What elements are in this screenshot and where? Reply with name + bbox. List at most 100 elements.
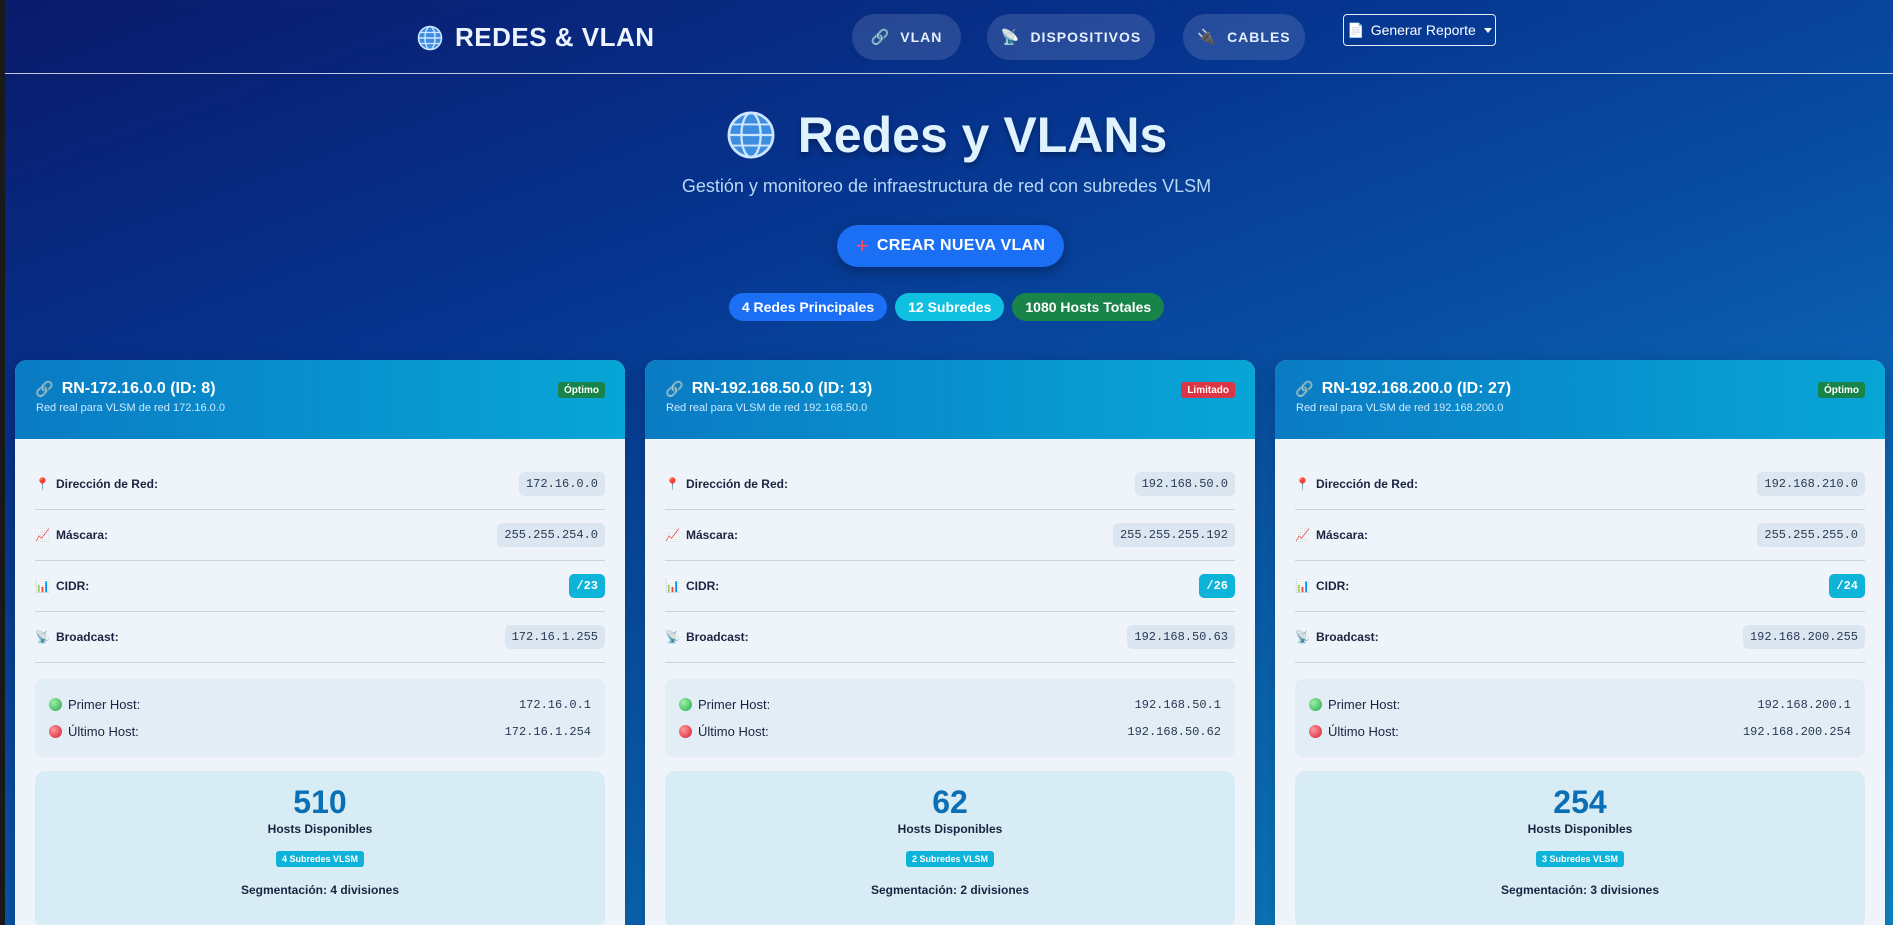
cidr-label: CIDR:: [55, 579, 90, 593]
network-address-label: Dirección de Red:: [55, 477, 158, 491]
first-host-label-group: Primer Host:: [1309, 697, 1400, 712]
segmentation-text: Segmentación: 4 divisiones: [240, 883, 400, 898]
broadcast-row: 📡 Broadcast: 192.168.50.63: [665, 612, 1235, 663]
nav-dispositivos-label: DISPOSITIVOS: [1030, 29, 1142, 45]
last-host-label-group: Último Host:: [679, 724, 769, 739]
first-host-row: Primer Host: 192.168.50.1: [679, 691, 1221, 718]
broadcast-label: Broadcast:: [685, 630, 749, 644]
chart-icon: 📈: [35, 528, 50, 542]
mask-label: Máscara:: [685, 528, 738, 542]
broadcast-value: 192.168.50.63: [1127, 625, 1235, 649]
cidr-row: 📊 CIDR: /26: [665, 561, 1235, 612]
broadcast-label-group: 📡 Broadcast:: [1295, 630, 1379, 644]
mask-label: Máscara:: [55, 528, 108, 542]
card-body: 📍 Dirección de Red: 192.168.50.0 📈 Máscara…: [645, 439, 1255, 925]
nav-cables-label: CABLES: [1227, 29, 1291, 45]
segmentation-text: Segmentación: 3 divisiones: [1500, 883, 1660, 898]
host-range: Primer Host: 192.168.50.1 Último Host: 1…: [665, 679, 1235, 757]
network-address-label: Dirección de Red:: [685, 477, 788, 491]
first-host-row: Primer Host: 172.16.0.1: [49, 691, 591, 718]
status-badge: Limitado: [1181, 382, 1235, 398]
hosts-available-label: Hosts Disponibles: [267, 822, 373, 837]
cidr-label-group: 📊 CIDR:: [665, 579, 719, 593]
mask-row: 📈 Máscara: 255.255.255.0: [1295, 510, 1865, 561]
link-icon: 🔗: [35, 381, 54, 398]
report-label: Generar Reporte: [1370, 22, 1476, 38]
mask-value: 255.255.254.0: [497, 523, 605, 547]
green-circle-icon: [49, 698, 62, 711]
cidr-row: 📊 CIDR: /24: [1295, 561, 1865, 612]
satellite-icon: 📡: [1000, 29, 1021, 46]
create-vlan-button[interactable]: + CREAR NUEVA VLAN: [837, 225, 1064, 267]
mask-value: 255.255.255.0: [1757, 523, 1865, 547]
brand-title: REDES & VLAN: [455, 22, 655, 52]
cidr-value: /23: [569, 574, 605, 598]
last-host-value: 192.168.200.254: [1742, 724, 1851, 739]
subnets-badge: 2 Subredes VLSM: [905, 851, 995, 868]
first-host-value: 192.168.50.1: [1134, 697, 1221, 712]
nav-vlan[interactable]: 🔗 VLAN: [852, 14, 961, 60]
first-host-label-group: Primer Host:: [679, 697, 770, 712]
network-address-value: 172.16.0.0: [518, 472, 605, 496]
network-card[interactable]: 🔗 RN-172.16.0.0 (ID: 8) Red real para VL…: [15, 360, 625, 925]
card-description: Red real para VLSM de red 192.168.50.0: [666, 402, 868, 414]
card-description: Red real para VLSM de red 192.168.200.0: [1296, 402, 1504, 414]
satellite-icon: 📡: [665, 630, 680, 644]
network-address-label-group: 📍 Dirección de Red:: [665, 477, 788, 491]
brand[interactable]: REDES & VLAN: [417, 22, 655, 53]
badge-subnets: 12 Subredes: [895, 293, 1005, 321]
subnets-badge: 4 Subredes VLSM: [275, 851, 365, 868]
host-range: Primer Host: 192.168.200.1 Último Host: …: [1295, 679, 1865, 757]
last-host-label: Último Host:: [698, 724, 769, 739]
last-host-row: Último Host: 172.16.1.254: [49, 718, 591, 745]
last-host-label: Último Host:: [1328, 724, 1399, 739]
document-icon: 📄: [1347, 21, 1365, 38]
red-circle-icon: [1309, 725, 1322, 738]
network-address-label-group: 📍 Dirección de Red:: [1295, 477, 1418, 491]
network-address-value: 192.168.50.0: [1134, 472, 1235, 496]
first-host-label-group: Primer Host:: [49, 697, 140, 712]
last-host-row: Último Host: 192.168.200.254: [1309, 718, 1851, 745]
red-circle-icon: [679, 725, 692, 738]
last-host-value: 172.16.1.254: [504, 724, 591, 739]
hosts-available-label: Hosts Disponibles: [1527, 822, 1633, 837]
card-title: RN-172.16.0.0 (ID: 8): [61, 380, 216, 397]
card-header: 🔗 RN-192.168.200.0 (ID: 27) Red real par…: [1275, 360, 1885, 439]
broadcast-row: 📡 Broadcast: 192.168.200.255: [1295, 612, 1865, 663]
create-vlan-label: CREAR NUEVA VLAN: [876, 237, 1046, 254]
chart-icon: 📈: [665, 528, 680, 542]
broadcast-label: Broadcast:: [1315, 630, 1379, 644]
last-host-label: Último Host:: [68, 724, 139, 739]
status-badge: Óptimo: [1818, 382, 1865, 398]
pin-icon: 📍: [35, 477, 50, 491]
hosts-available-panel: 510 Hosts Disponibles 4 Subredes VLSM Se…: [35, 771, 605, 925]
card-title-row: 🔗 RN-192.168.200.0 (ID: 27): [1295, 380, 1865, 398]
mask-label: Máscara:: [1315, 528, 1368, 542]
green-circle-icon: [679, 698, 692, 711]
network-card[interactable]: 🔗 RN-192.168.50.0 (ID: 13) Red real para…: [645, 360, 1255, 925]
chevron-down-icon: [1483, 27, 1492, 33]
green-circle-icon: [1309, 698, 1322, 711]
network-card[interactable]: 🔗 RN-192.168.200.0 (ID: 27) Red real par…: [1275, 360, 1885, 925]
bar-chart-icon: 📊: [35, 579, 50, 593]
generate-report-dropdown[interactable]: 📄 Generar Reporte: [1343, 14, 1496, 46]
card-title-row: 🔗 RN-192.168.50.0 (ID: 13): [665, 380, 1235, 398]
card-header: 🔗 RN-192.168.50.0 (ID: 13) Red real para…: [645, 360, 1255, 439]
broadcast-value: 172.16.1.255: [504, 625, 605, 649]
cidr-label: CIDR:: [1315, 579, 1350, 593]
cidr-row: 📊 CIDR: /23: [35, 561, 605, 612]
badge-total-hosts: 1080 Hosts Totales: [1012, 293, 1165, 321]
satellite-icon: 📡: [35, 630, 50, 644]
plus-icon: +: [855, 233, 869, 258]
chart-icon: 📈: [1295, 528, 1310, 542]
globe-icon: [727, 111, 775, 159]
mask-label-group: 📈 Máscara:: [665, 528, 738, 542]
nav-cables[interactable]: 🔌 CABLES: [1183, 14, 1305, 60]
link-icon: 🔗: [870, 29, 891, 46]
link-icon: 🔗: [665, 381, 684, 398]
segmentation-text: Segmentación: 2 divisiones: [870, 883, 1030, 898]
network-address-label: Dirección de Red:: [1315, 477, 1418, 491]
nav-dispositivos[interactable]: 📡 DISPOSITIVOS: [987, 14, 1155, 60]
first-host-value: 172.16.0.1: [518, 697, 591, 712]
broadcast-row: 📡 Broadcast: 172.16.1.255: [35, 612, 605, 663]
